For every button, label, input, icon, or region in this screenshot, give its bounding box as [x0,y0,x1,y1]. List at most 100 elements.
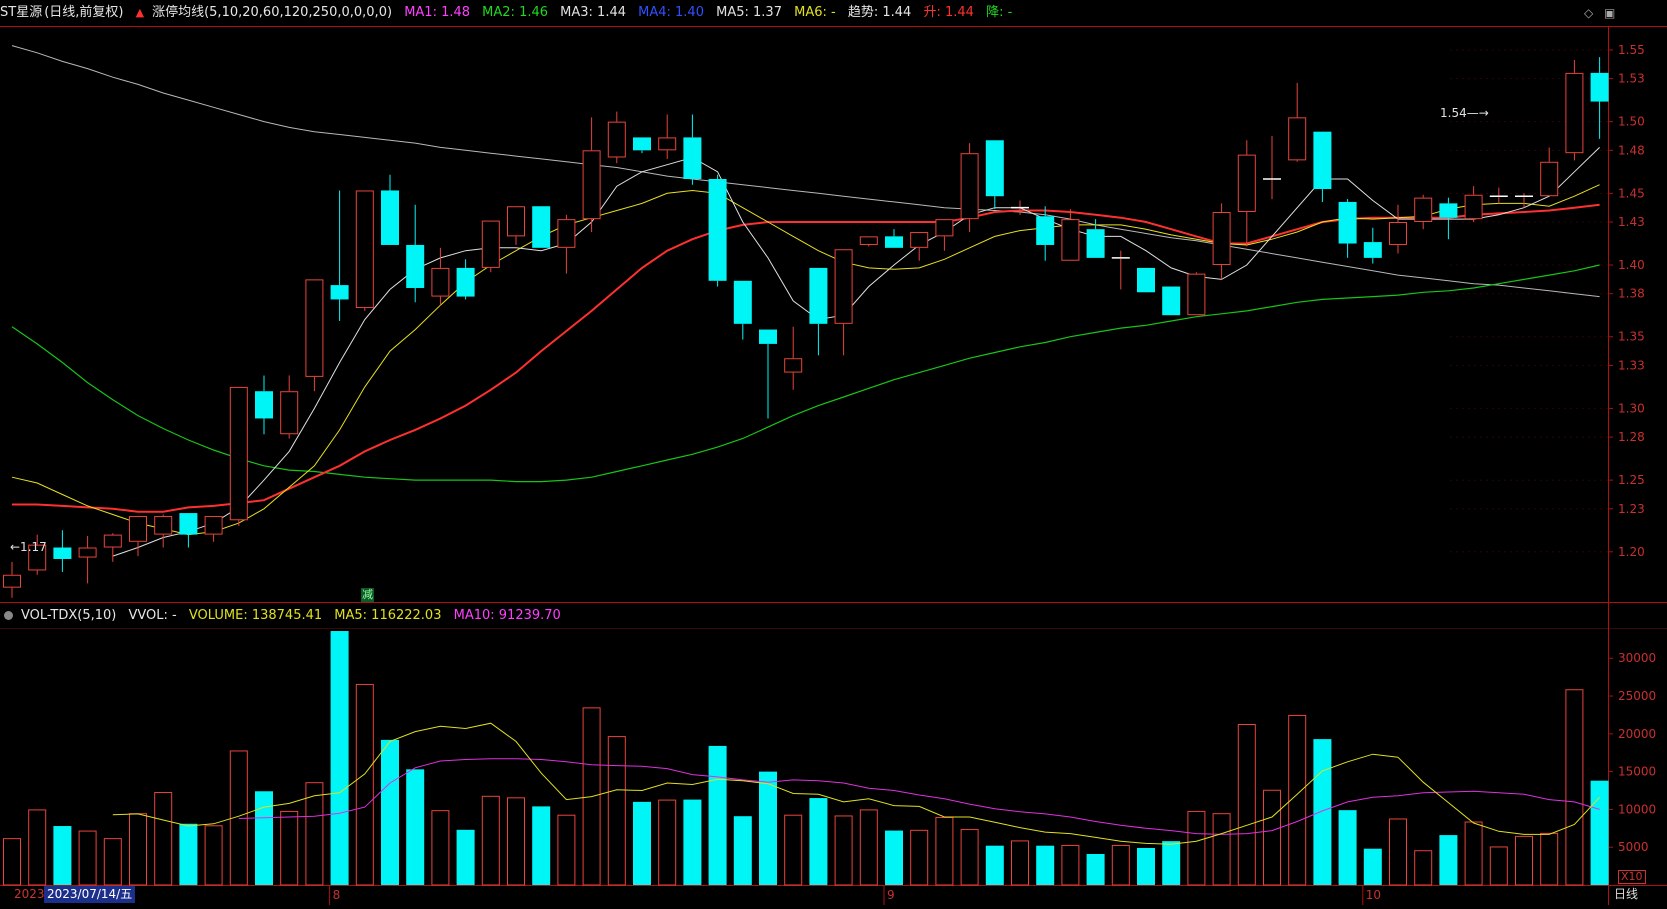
candle-body-down [759,329,777,344]
candle-body-up [481,220,500,268]
volume-bar-up [557,814,576,886]
volume-bar-down [1036,845,1055,885]
volume-bar-down [179,823,198,885]
volume-bar-up [935,816,954,886]
low-price-annotation: ←1.17 [10,540,47,554]
ma6-value: MA6: - [794,5,836,20]
volume-bar-up [1212,813,1231,886]
candle-body-up [557,219,576,248]
volume-bar-down [1590,780,1609,885]
volume-bar-down [456,829,475,885]
volume-bar-up [1187,810,1206,886]
candle-body-down [381,190,399,245]
volume-bar-up [103,838,122,886]
volume-bar-down [1086,854,1105,885]
reduce-marker: 减 [361,588,374,602]
volume-bar-down [885,830,903,885]
candle-body-down [985,140,1004,197]
volume-bar-up [1565,689,1584,886]
candle-body-up [658,137,677,151]
volume-bar-up [859,809,878,886]
candle-body-up [960,153,979,220]
settings-dot-icon[interactable] [4,611,13,620]
volume-bar-up [1464,821,1483,886]
volume-bar-down [633,801,651,885]
volume-tick-label: 15000 [1618,765,1656,779]
volume-bar-up [154,792,173,886]
candle-body-up [280,391,299,435]
volume-bar-up [960,829,979,886]
volume-tick-label: 25000 [1618,689,1656,703]
candle-body-up [229,386,248,521]
volume-bar-up [1061,844,1080,886]
candle-body-up [305,279,324,377]
arrow-up-icon[interactable]: ▲ [136,6,144,19]
candle-body-up [1212,211,1231,266]
candle-body-up [204,515,223,535]
volume-bar-up [834,815,853,886]
candle-body-down [1036,216,1055,245]
candle-body-up [935,219,954,237]
candle-body-down [532,206,551,248]
indicator-name[interactable]: 涨停均线(5,10,20,60,120,250,0,0,0,0) [152,5,392,20]
volume-bar-up [355,683,374,886]
stock-name[interactable]: ST星源 [0,5,42,20]
volume-bar-up [784,814,803,886]
price-tick-label: 1.33 [1618,358,1645,372]
up-value: 升: 1.44 [923,5,974,20]
price-tick-label: 1.28 [1618,430,1645,444]
volume-bar-up [1540,832,1559,886]
candle-body-down [1338,201,1357,244]
candle-body-up [355,190,374,309]
price-tick-label: 1.35 [1618,330,1645,344]
volume-value: VOLUME: 138745.41 [188,608,323,623]
volume-bar-down [406,769,425,885]
volume-ma5-value: MA5: 116222.03 [334,608,442,623]
chart-root: 1.20 1.23 1.25 1.28 1.30 1.33 1.35 1.38 1.40 1.43… [0,0,1667,905]
volume-bar-up [1263,789,1281,886]
volume-bar-up [1011,840,1029,886]
ma5-line [11,45,1600,298]
price-tick-label: 1.40 [1618,258,1645,272]
month-label: 9 [887,888,895,902]
candle-body-up [1540,161,1559,197]
candle-body-up [834,249,853,324]
price-tick-label: 1.50 [1618,115,1645,129]
volume-bar-up [507,797,525,886]
volume-bar-down [255,791,273,885]
month-label: 10 [1366,888,1381,902]
volume-bar-up [910,829,929,886]
volume-bar-up [1414,850,1433,886]
candle-body-down [733,280,752,324]
price-tick-label: 1.30 [1618,401,1645,415]
volume-bar-down [1338,810,1357,885]
candle-body-down [456,267,475,297]
candle-body-up [859,236,878,245]
volume-bar-up [28,809,47,886]
candle-body-down [885,236,903,248]
volume-bar-down [1313,739,1332,885]
volume-bar-down [53,826,72,885]
stock-chart-svg: 1.20 1.23 1.25 1.28 1.30 1.33 1.35 1.38 1.40 1.43… [0,26,1667,905]
ma4-line [11,264,1600,483]
candle-body-up [1061,219,1080,261]
price-tick-label: 1.23 [1618,502,1645,516]
candle-body-down [1363,242,1382,258]
price-tick-label: 1.43 [1618,215,1645,229]
volume-bar-up [481,795,500,886]
volume-tick-label: 30000 [1618,651,1656,665]
volume-bar-down [1439,835,1458,885]
volume-tick-label: 20000 [1618,727,1656,741]
volume-bar-up [658,799,677,886]
window-icon[interactable]: ▣ [1604,6,1615,20]
candle-body-up [910,232,929,248]
volume-bar-down [1363,848,1382,885]
volume-indicator-name[interactable]: VOL-TDX(5,10) [21,608,116,623]
month-label: 8 [333,888,341,902]
candle-body-down [330,285,349,300]
diamond-icon[interactable]: ◇ [1584,6,1593,20]
volume-panel-header: VOL-TDX(5,10) VVOL: - VOLUME: 138745.41 … [0,603,569,629]
period-label[interactable]: 日线 [1614,886,1638,903]
volume-bar-down [1162,841,1181,885]
candle-body-up [1464,194,1483,220]
